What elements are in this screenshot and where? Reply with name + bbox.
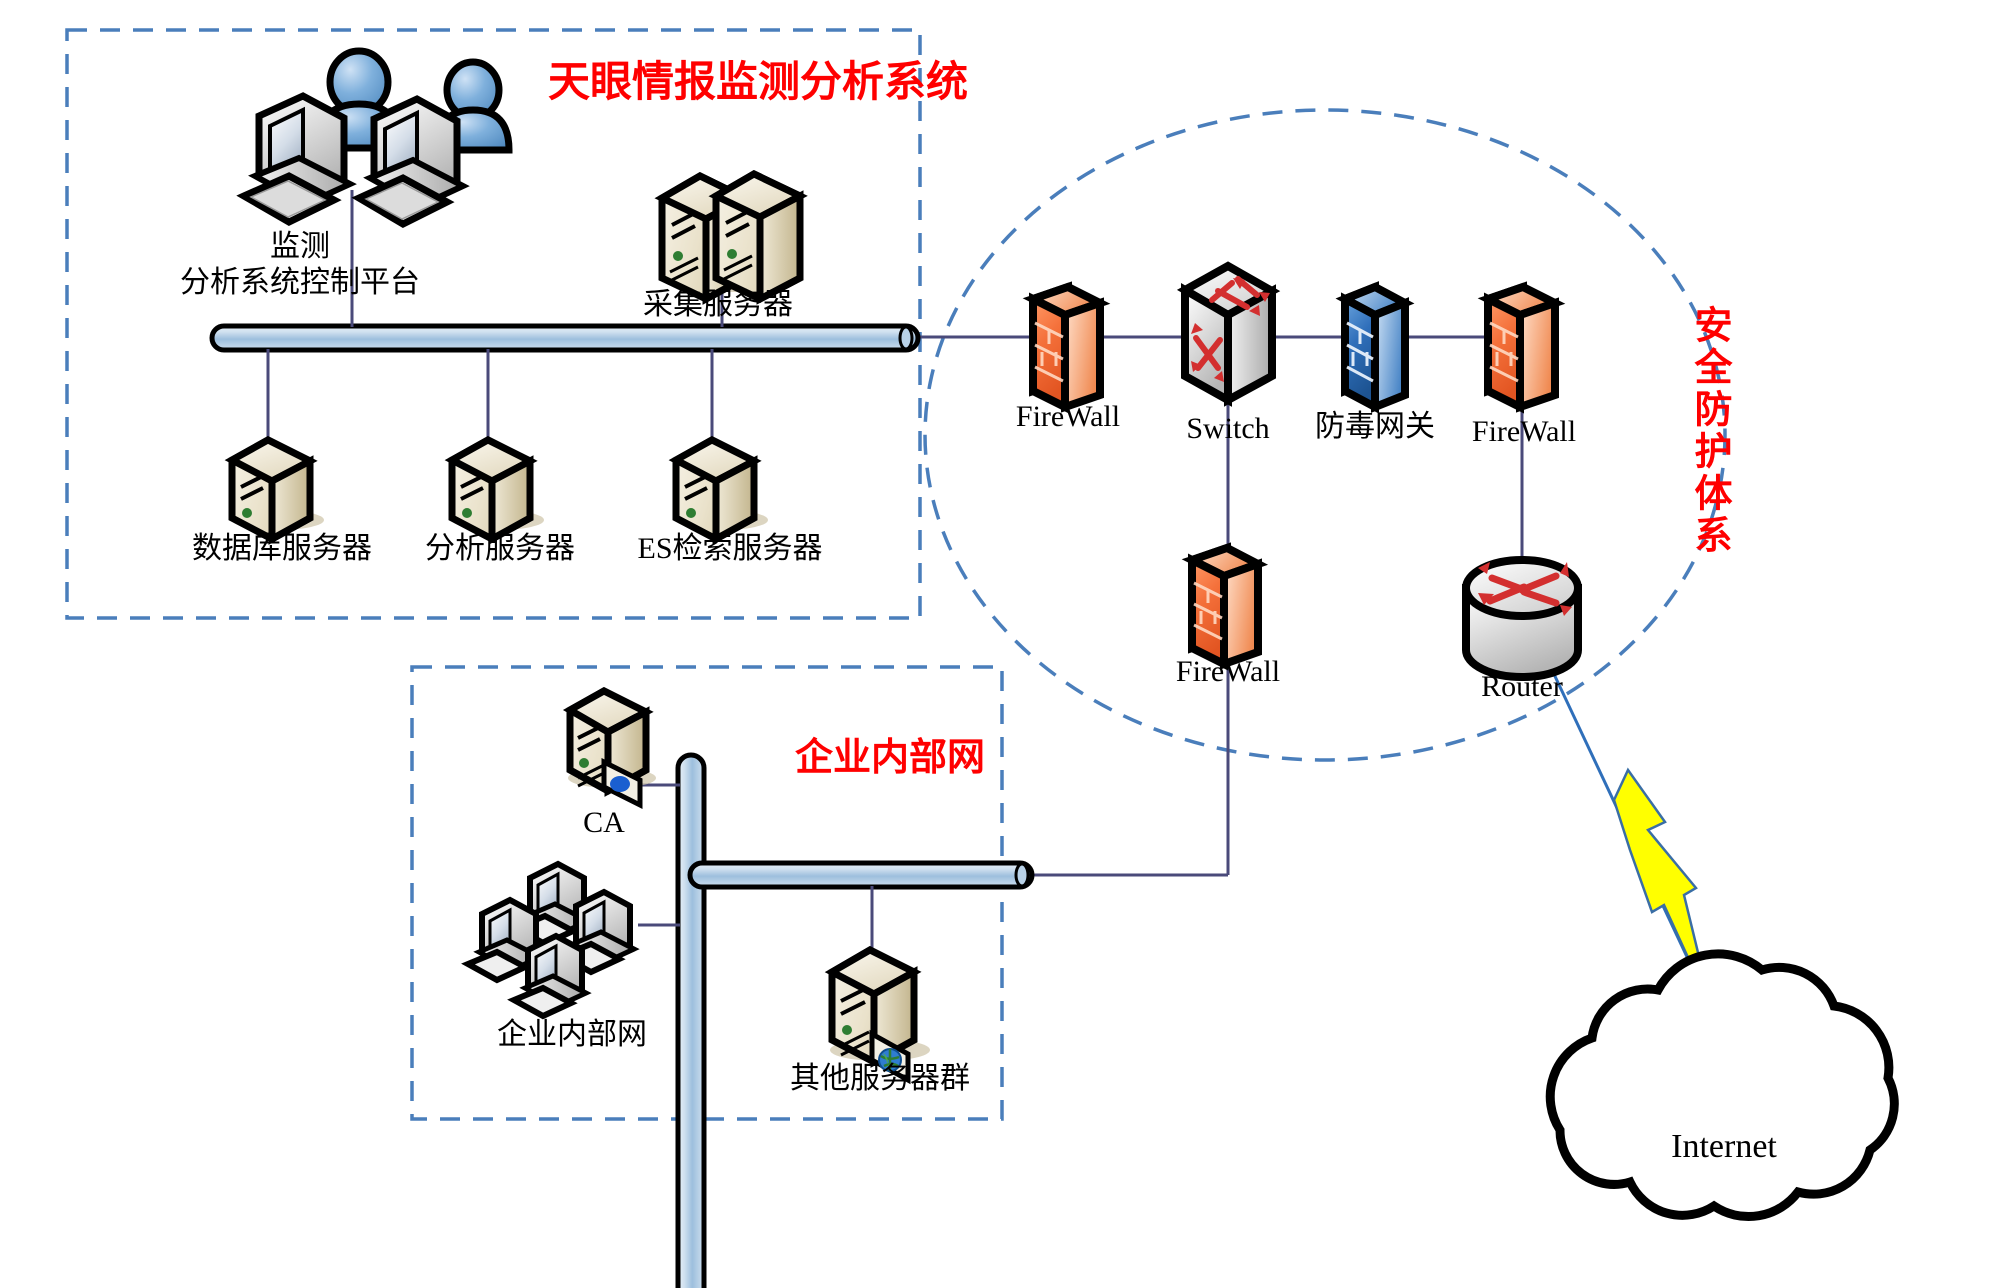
control-platform-label-line1: 监测 [270, 230, 330, 263]
enterprise-vertical-bus [675, 752, 707, 1288]
router-label: Router [1481, 670, 1563, 703]
internet-label: Internet [1671, 1128, 1777, 1165]
two-workstations-with-users-icon [236, 47, 513, 228]
firewall-brick-icon-right [1477, 281, 1566, 414]
router-cylinder-icon [1462, 556, 1582, 681]
server-with-globe-icon [824, 946, 930, 1085]
server-icon-analysis [444, 436, 544, 545]
diagram-graphics-layer [65, 28, 1899, 1288]
antivirus-gateway-label: 防毒网关 [1315, 410, 1435, 443]
server-icon-database [224, 436, 324, 545]
control-platform-label-line2: 分析系统控制平台 [180, 266, 420, 299]
workstation-left [236, 92, 357, 226]
switch-label: Switch [1186, 412, 1270, 445]
es-search-server-label: ES检索服务器 [637, 532, 823, 565]
database-server-label: 数据库服务器 [192, 532, 372, 565]
enterprise-zone-title: 企业内部网 [795, 737, 986, 779]
firewall-right-label: FireWall [1471, 415, 1577, 448]
firewall-left-label: FireWall [1015, 400, 1121, 433]
firewall-bottom-label: FireWall [1175, 655, 1281, 688]
monitoring-zone-title: 天眼情报监测分析系统 [548, 58, 969, 105]
internal-network-clients-label: 企业内部网 [497, 1018, 647, 1051]
firewall-brick-icon-left [1022, 281, 1111, 414]
server-front [708, 170, 808, 305]
firewall-brick-icon-gateway [1335, 281, 1415, 414]
collection-server-label: 采集服务器 [643, 288, 793, 321]
network-architecture-diagram: 天眼情报监测分析系统 企业内部网 安全防护体系 监测 分析系统控制平台 采集服务… [0, 0, 2011, 1288]
server-with-badge-icon [562, 687, 656, 810]
monitoring-network-bus [209, 323, 921, 353]
enterprise-horizontal-bus [687, 860, 1035, 890]
cloud-icon [1545, 949, 1899, 1222]
switch-cube-icon [1176, 261, 1281, 407]
firewall-brick-icon-bottom [1181, 542, 1269, 671]
analysis-server-label: 分析服务器 [425, 532, 575, 565]
workstation-cluster-icon [461, 860, 640, 1020]
server-pair-icon [654, 170, 808, 305]
security-system-title: 安全防护体系 [1688, 305, 1730, 557]
other-server-group-label: 其他服务器群 [790, 1062, 970, 1095]
workstation-right [351, 95, 470, 228]
server-icon-es-search [668, 436, 768, 545]
ca-server-label: CA [583, 806, 625, 839]
